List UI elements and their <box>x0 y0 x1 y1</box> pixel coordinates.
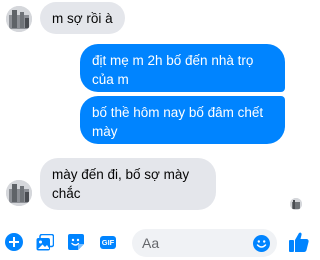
like-button[interactable] <box>287 230 311 254</box>
contact-avatar[interactable] <box>6 6 32 32</box>
seen-receipt-avatar <box>290 198 302 210</box>
message-composer: GIF <box>0 224 319 260</box>
photo-icon <box>36 233 54 250</box>
message-input[interactable] <box>142 229 242 257</box>
add-more-button[interactable] <box>4 232 24 252</box>
message-bubble-incoming[interactable]: mày đến đi, bố sợ mày chắc <box>40 158 216 210</box>
avatar-image <box>6 180 32 206</box>
emoji-icon <box>252 234 270 252</box>
message-text: mày đến đi, bố sợ mày chắc <box>52 167 190 201</box>
thumbs-up-icon <box>289 232 309 252</box>
emoji-button[interactable] <box>252 234 270 252</box>
contact-avatar[interactable] <box>6 180 32 206</box>
message-bubble-incoming[interactable]: m sợ rồi à <box>40 2 125 34</box>
photo-button[interactable] <box>35 232 55 252</box>
message-input-container[interactable] <box>132 229 277 257</box>
message-text: bố thề hôm nay bố đâm chết mày <box>92 105 264 139</box>
avatar-image <box>6 6 32 32</box>
message-text: m sợ rồi à <box>52 11 113 26</box>
gif-icon: GIF <box>100 235 116 249</box>
sticker-button[interactable] <box>66 232 86 252</box>
plus-circle-icon <box>5 233 23 251</box>
message-text: địt mẹ m 2h bố đến nhà trọ của m <box>92 53 254 87</box>
seen-avatar-image <box>290 198 302 210</box>
sticker-icon <box>68 234 84 250</box>
gif-button[interactable]: GIF <box>98 232 118 252</box>
message-bubble-outgoing[interactable]: địt mẹ m 2h bố đến nhà trọ của m <box>80 44 285 92</box>
chat-window: m sợ rồi à địt mẹ m 2h bố đến nhà trọ củ… <box>0 0 319 260</box>
message-bubble-outgoing[interactable]: bố thề hôm nay bố đâm chết mày <box>80 96 285 144</box>
